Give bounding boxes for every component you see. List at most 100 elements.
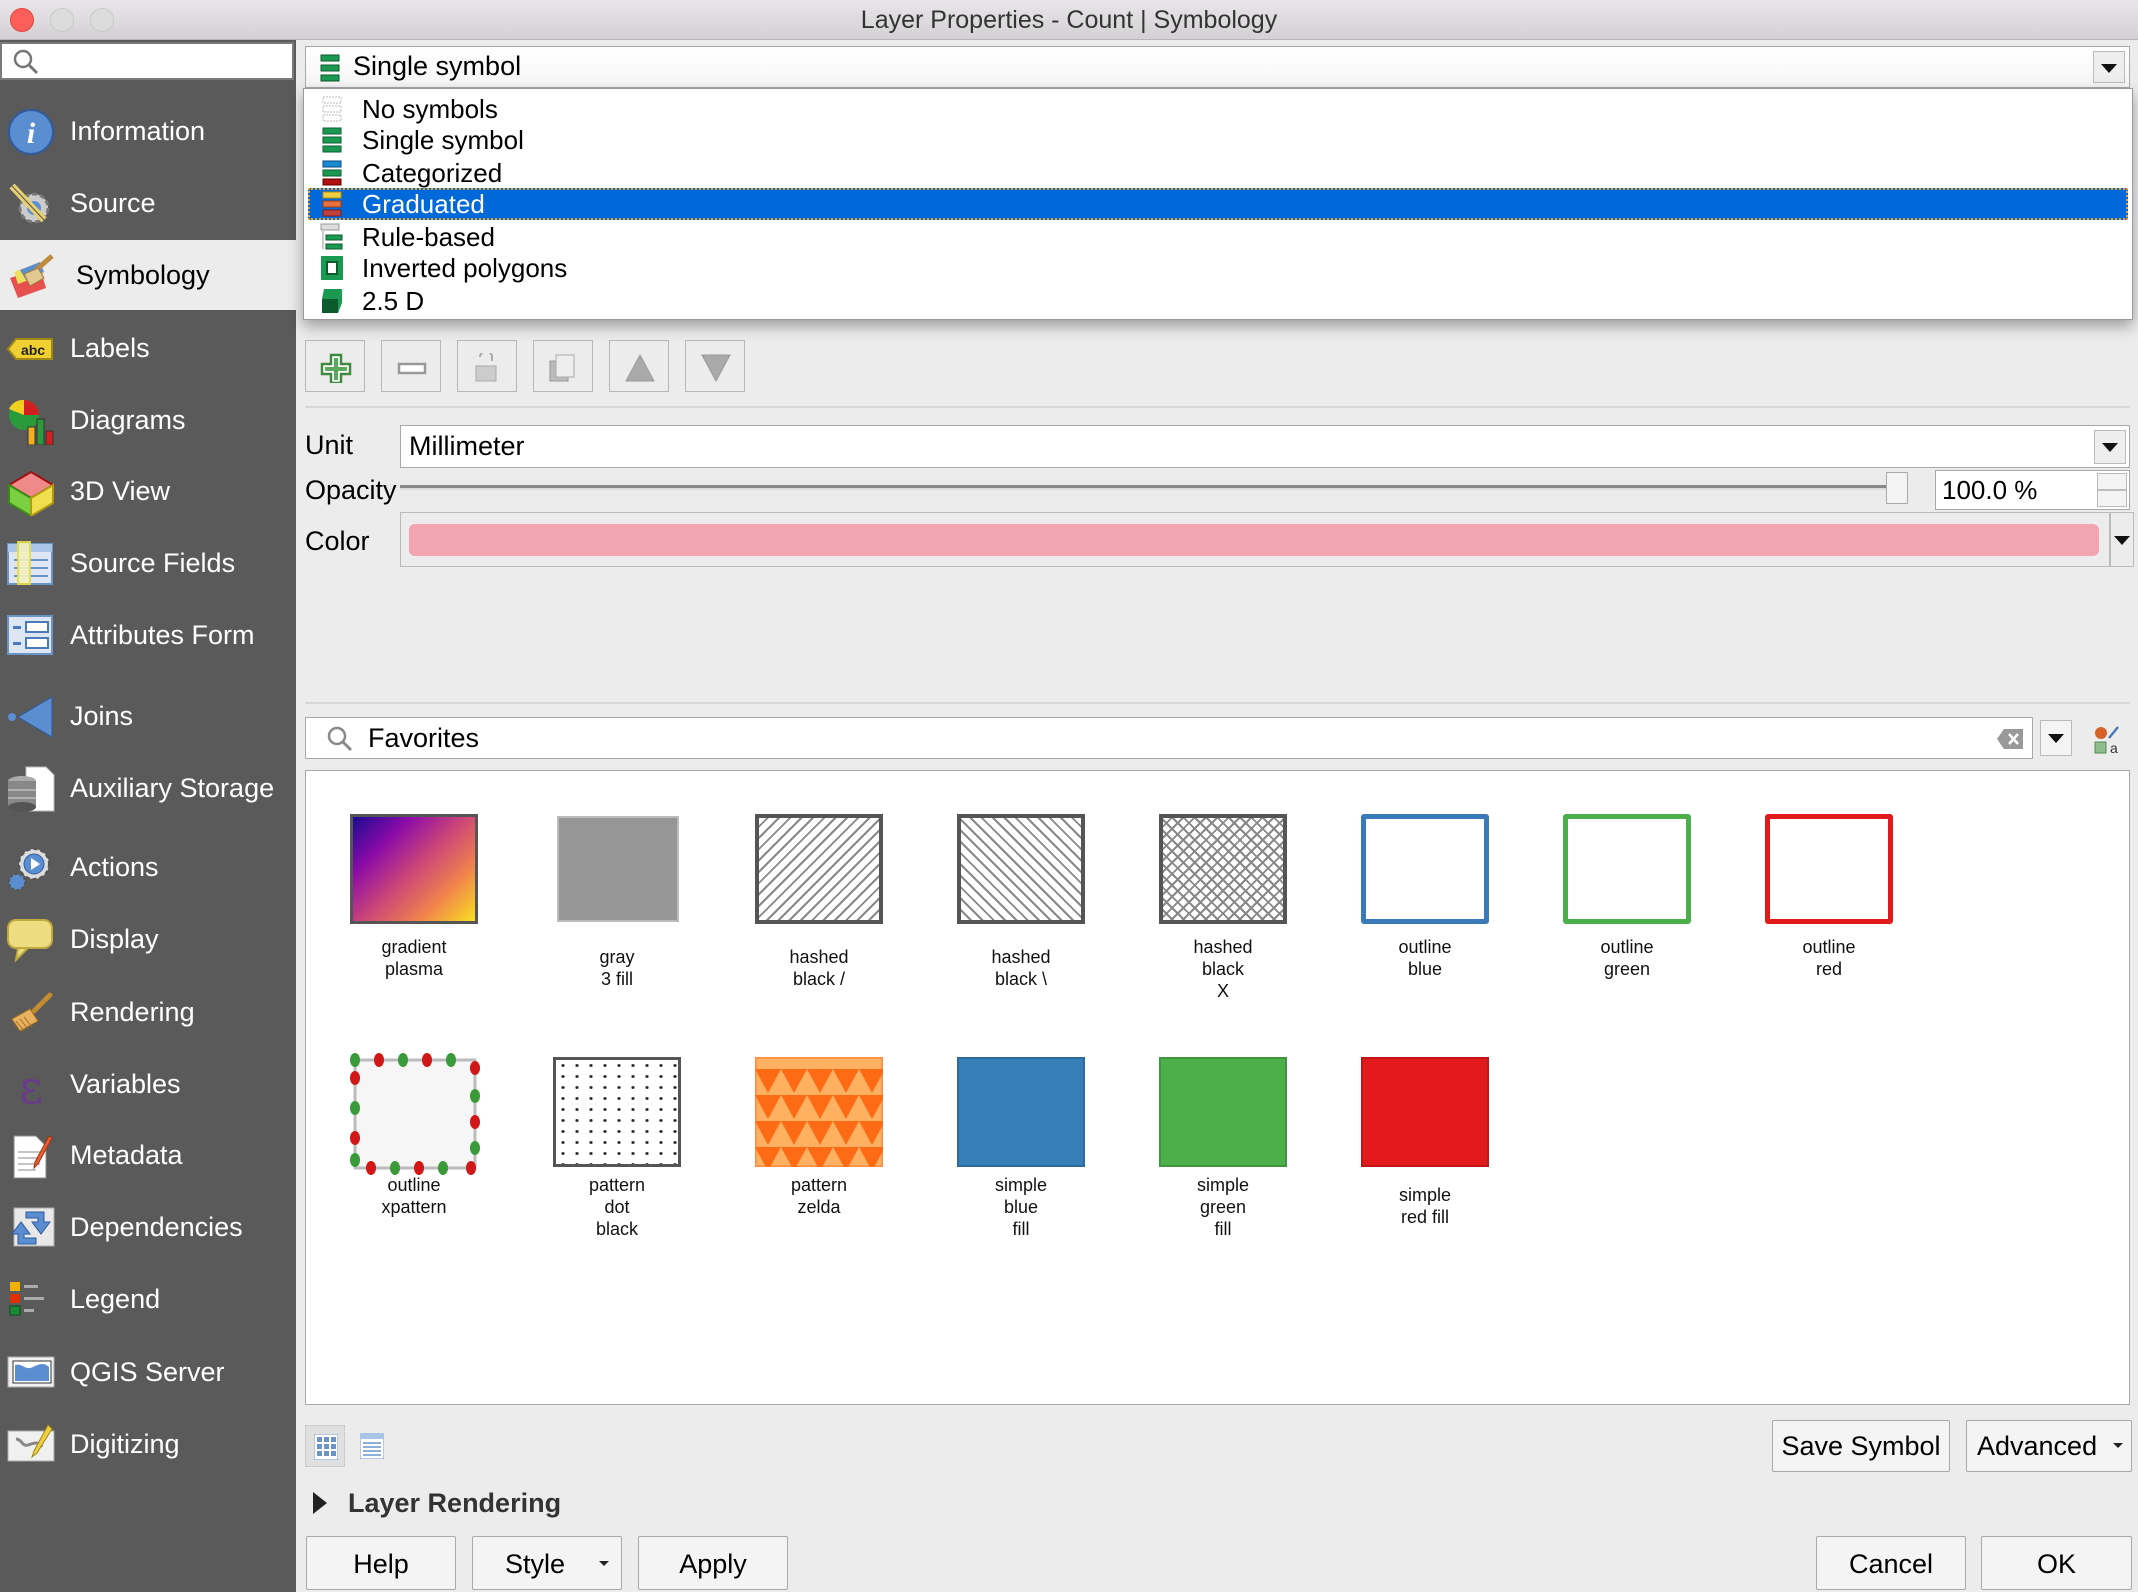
symbol-name: hashed black X (1193, 937, 1253, 1001)
layer-rendering-toggle[interactable]: Layer Rendering (348, 1488, 561, 1519)
opacity-slider-handle[interactable] (1886, 472, 1908, 504)
expand-triangle-icon[interactable] (313, 1492, 327, 1514)
categorized-icon (322, 160, 342, 186)
symbol-name: hashed black / (789, 947, 849, 989)
symbol-item[interactable]: pattern dot black (522, 1014, 712, 1254)
renderer-option-categorized[interactable]: Categorized (308, 157, 2128, 189)
color-menu-arrow[interactable] (2110, 512, 2134, 567)
brush-icon (11, 992, 53, 1032)
sidebar-item-symbology[interactable]: Symbology (0, 240, 296, 310)
sidebar-search-input[interactable] (0, 42, 294, 80)
spin-up-button[interactable] (2097, 473, 2127, 490)
sidebar-item-information[interactable]: i Information (0, 96, 296, 166)
unit-combo-arrow[interactable] (2094, 430, 2126, 464)
sidebar-item-source[interactable]: Source (0, 168, 296, 238)
style-manager-icon[interactable]: a (2092, 724, 2124, 756)
style-label: Style (505, 1549, 566, 1579)
symbol-item[interactable]: simple red fill (1330, 1014, 1520, 1254)
renderer-option-inverted-polygons[interactable]: Inverted polygons (308, 252, 2128, 284)
advanced-button[interactable]: Advanced (1966, 1420, 2132, 1472)
spin-down-button[interactable] (2097, 490, 2127, 507)
symbol-item[interactable]: simple green fill (1128, 1014, 1318, 1254)
help-button[interactable]: Help (306, 1536, 456, 1590)
renderer-option-single-symbol[interactable]: Single symbol (308, 124, 2128, 156)
symbol-name: outline xpattern (381, 1175, 447, 1217)
sidebar-item-legend[interactable]: Legend (0, 1264, 296, 1334)
renderer-option-rule-based[interactable]: Rule-based (308, 221, 2128, 253)
sidebar-item-label: Metadata (70, 1140, 183, 1170)
symbol-item[interactable]: gray 3 fill (522, 771, 712, 1011)
chevron-down-icon (599, 1561, 609, 1566)
sidebar-item-attributes-form[interactable]: Attributes Form (0, 600, 296, 670)
move-up-button[interactable] (609, 340, 669, 392)
symbol-search-value: Favorites (368, 723, 480, 753)
symbol-item[interactable]: outline blue (1330, 771, 1520, 1011)
sidebar-item-joins[interactable]: Joins (0, 681, 296, 751)
two-point-five-d-icon (322, 289, 342, 313)
sidebar-item-label: Rendering (70, 997, 195, 1027)
search-icon (13, 49, 39, 75)
symbol-item[interactable]: outline green (1532, 771, 1722, 1011)
symbol-search-input[interactable]: Favorites (305, 717, 2033, 759)
symbol-name: simple red fill (1398, 1185, 1451, 1227)
style-button[interactable]: Style (472, 1536, 622, 1590)
move-down-button[interactable] (685, 340, 745, 392)
sidebar-item-source-fields[interactable]: Source Fields (0, 528, 296, 598)
renderer-option-graduated[interactable]: Graduated (308, 188, 2128, 220)
symbol-library-list: gradient plasma gray 3 fill hashed black /… (305, 770, 2130, 1405)
symbol-item[interactable]: outline red (1734, 771, 1924, 1011)
sidebar-item-diagrams[interactable]: Diagrams (0, 385, 296, 455)
symbol-item[interactable]: hashed black / (724, 771, 914, 1011)
sidebar-item-labels[interactable]: abc Labels (0, 313, 296, 383)
clear-search-icon[interactable] (1996, 728, 2024, 750)
sidebar-item-label: Dependencies (70, 1212, 243, 1242)
opacity-slider-track[interactable] (400, 485, 1908, 490)
sidebar-item-auxiliary-storage[interactable]: Auxiliary Storage (0, 753, 296, 823)
symbol-item[interactable]: simple blue fill (926, 1014, 1116, 1254)
remove-symbol-layer-button[interactable] (381, 340, 441, 392)
renderer-type-combo[interactable]: Single symbol (305, 46, 2130, 88)
sidebar-item-qgis-server[interactable]: QGIS Server (0, 1337, 296, 1407)
renderer-option-label: Inverted polygons (362, 253, 568, 283)
renderer-option-no-symbols[interactable]: No symbols (308, 93, 2128, 125)
symbol-item[interactable]: hashed black X (1128, 771, 1318, 1011)
group-filter-arrow[interactable] (2040, 720, 2072, 756)
sidebar-item-rendering[interactable]: Rendering (0, 977, 296, 1047)
add-symbol-layer-button[interactable] (305, 340, 365, 392)
sidebar-item-digitizing[interactable]: Digitizing (0, 1409, 296, 1479)
sidebar-item-metadata[interactable]: Metadata (0, 1120, 296, 1190)
duplicate-layer-button[interactable] (533, 340, 593, 392)
save-symbol-button[interactable]: Save Symbol (1772, 1420, 1950, 1472)
map-pencil-icon (7, 1424, 55, 1462)
ok-button[interactable]: OK (1981, 1536, 2132, 1590)
unit-combo[interactable]: Millimeter (400, 425, 2130, 468)
symbol-item[interactable]: outline xpattern (319, 1014, 509, 1254)
sidebar-item-label: QGIS Server (70, 1357, 225, 1387)
icon-view-button[interactable] (305, 1425, 345, 1467)
graduated-icon (322, 191, 342, 217)
renderer-option-2-5-d[interactable]: 2.5 D (308, 285, 2128, 317)
sidebar-item-actions[interactable]: Actions (0, 832, 296, 902)
opacity-spinbox[interactable]: 100.0 % (1935, 470, 2130, 510)
symbol-item[interactable]: pattern zelda (724, 1014, 914, 1254)
renderer-combo-arrow[interactable] (2093, 51, 2125, 83)
list-view-icon (360, 1433, 384, 1459)
opacity-value: 100.0 % (1942, 475, 2038, 505)
apply-button[interactable]: Apply (638, 1536, 788, 1590)
cancel-button[interactable]: Cancel (1816, 1536, 1966, 1590)
outline-swatch (1765, 814, 1893, 924)
symbol-item[interactable]: gradient plasma (319, 771, 509, 1011)
grid-view-icon (314, 1434, 338, 1460)
sidebar-item-3d-view[interactable]: 3D View (0, 456, 296, 526)
sidebar-item-variables[interactable]: ε Variables (0, 1049, 296, 1119)
list-view-button[interactable] (352, 1425, 392, 1467)
sidebar-item-display[interactable]: Display (0, 904, 296, 974)
color-button[interactable] (400, 512, 2110, 567)
dot-pattern-swatch (553, 1057, 681, 1167)
chevron-down-icon (2102, 443, 2118, 452)
symbol-name: pattern dot black (588, 1175, 646, 1239)
cube-icon (7, 470, 55, 516)
sidebar-item-dependencies[interactable]: Dependencies (0, 1192, 296, 1262)
symbol-item[interactable]: hashed black \ (926, 771, 1116, 1011)
lock-color-button[interactable] (457, 340, 517, 392)
